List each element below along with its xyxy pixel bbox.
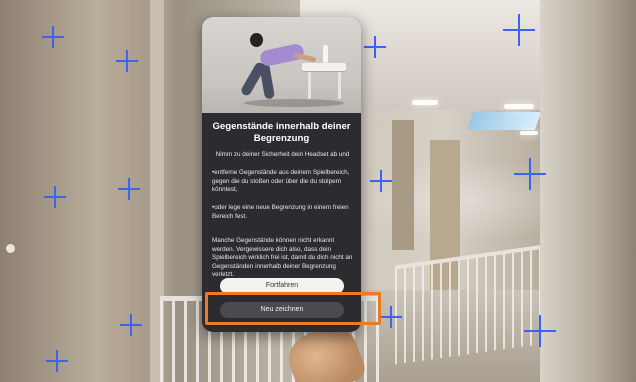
- dialog-bullet-new-boundary: •oder lege eine neue Begrenzung in einem…: [212, 204, 349, 220]
- dialog-title: Gegenstände innerhalb deiner Begrenzung: [212, 121, 351, 144]
- table-leg: [338, 71, 341, 99]
- illustration-person-clearing-objects: [202, 17, 361, 113]
- boundary-marker-icon: [364, 36, 386, 58]
- boundary-marker-icon: [514, 158, 546, 190]
- boundary-marker-icon: [370, 170, 392, 192]
- table-leg: [308, 71, 311, 99]
- doorway: [392, 120, 414, 250]
- dialog-bullet-remove-objects: •entferne Gegenstände aus deinem Spielbe…: [212, 169, 350, 194]
- illustration-table: [302, 63, 346, 71]
- dialog-intro: Nimm zu deiner Sicherheit dein Headset a…: [215, 151, 350, 158]
- boundary-marker-icon: [116, 50, 138, 72]
- illustration-shadow: [244, 99, 344, 107]
- ceiling-light: [520, 131, 538, 135]
- wall-socket: [6, 244, 15, 253]
- skylight: [466, 112, 542, 130]
- boundary-marker-icon: [44, 186, 66, 208]
- redraw-button-highlight: [205, 292, 381, 325]
- boundary-marker-icon: [503, 14, 535, 46]
- boundary-marker-icon: [42, 26, 64, 48]
- ceiling-light: [412, 100, 438, 105]
- boundary-warning-dialog: Gegenstände innerhalb deiner Begrenzung …: [202, 17, 361, 332]
- illustration-head: [250, 33, 263, 47]
- boundary-marker-icon: [46, 350, 68, 372]
- boundary-marker-icon: [118, 178, 140, 200]
- railing: [395, 244, 545, 365]
- dialog-warning: Manche Gegenstände können nicht erkannt …: [212, 237, 353, 279]
- ceiling-light: [504, 104, 534, 109]
- boundary-marker-icon: [380, 306, 402, 328]
- illustration-arm: [293, 52, 317, 63]
- boundary-marker-icon: [120, 314, 142, 336]
- boundary-marker-icon: [524, 315, 556, 347]
- illustration-leg: [258, 62, 276, 100]
- illustration-vase: [323, 45, 328, 63]
